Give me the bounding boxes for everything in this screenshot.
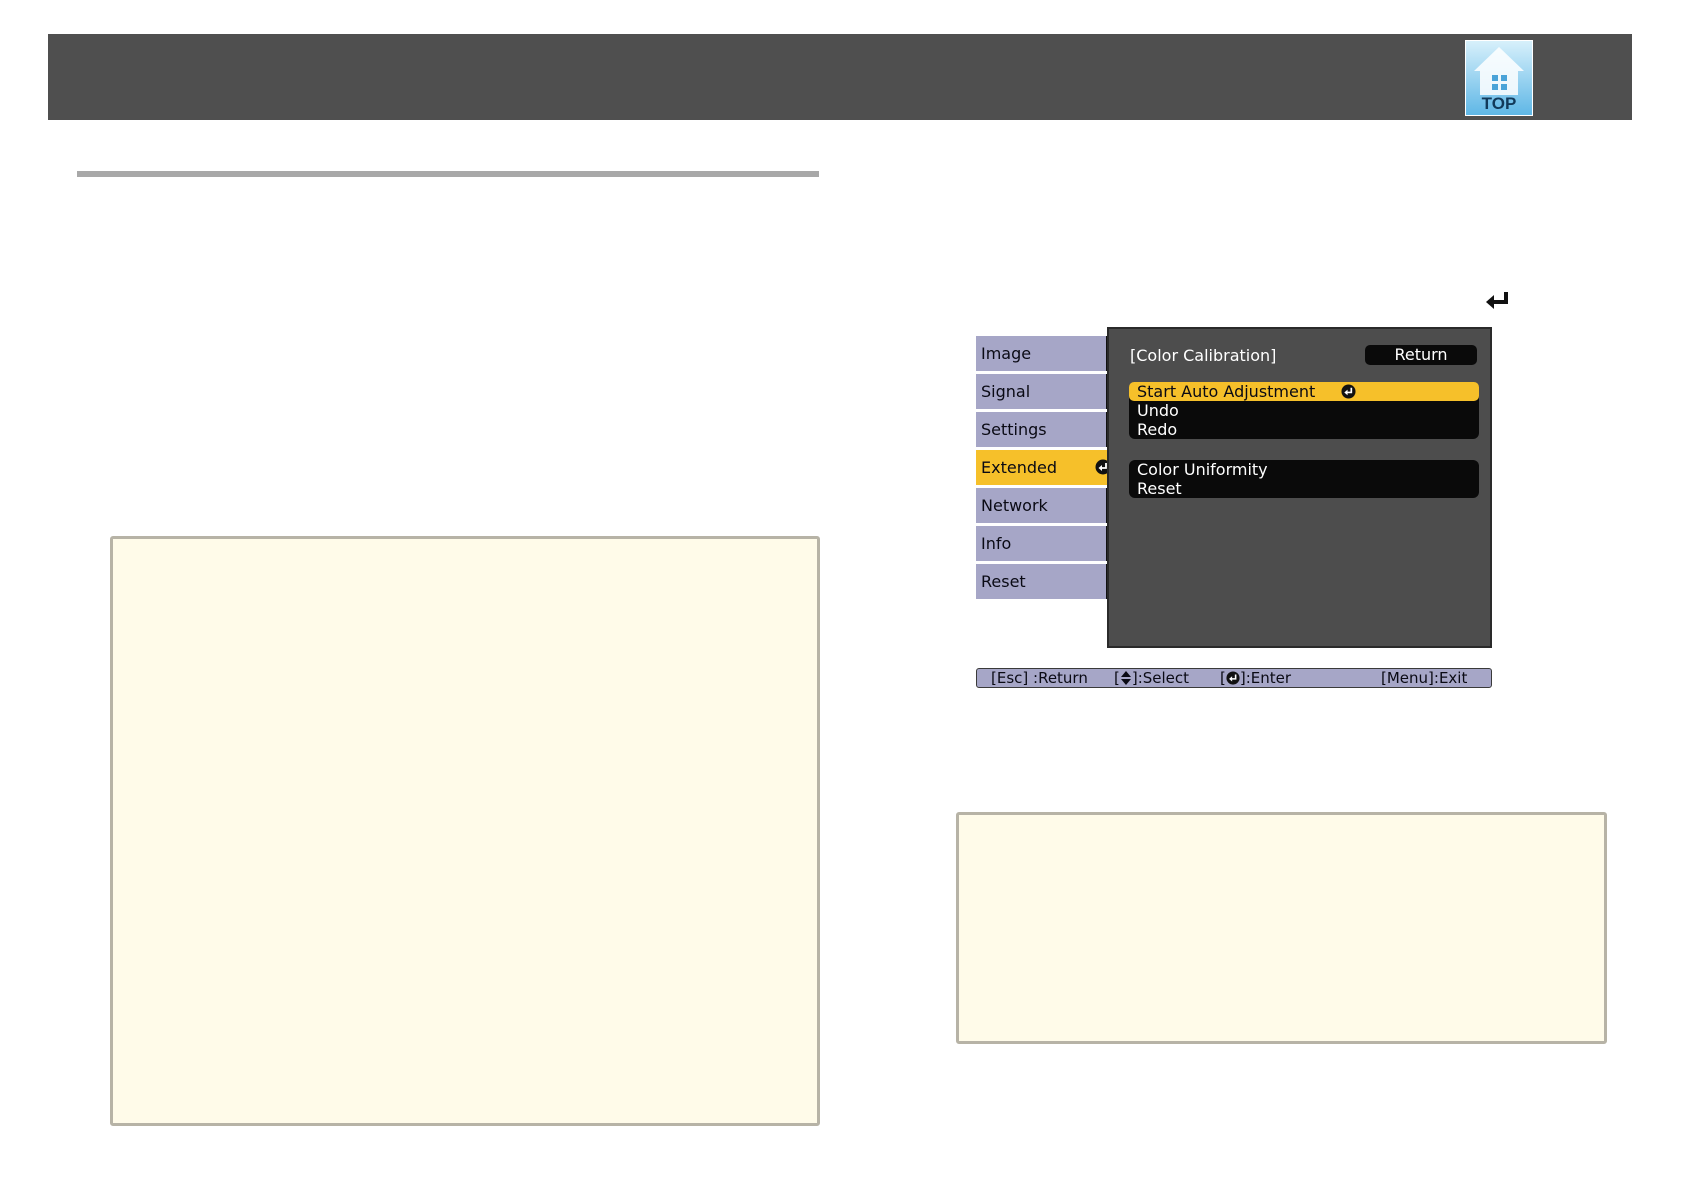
tab-label: Network — [981, 496, 1048, 515]
tab-settings[interactable]: Settings — [976, 412, 1117, 447]
tab-label: Extended — [981, 458, 1057, 477]
tab-signal[interactable]: Signal — [976, 374, 1117, 409]
tab-network[interactable]: Network — [976, 488, 1117, 523]
return-button[interactable]: Return — [1365, 345, 1477, 365]
tab-label: Reset — [981, 572, 1026, 591]
start-auto-adjustment-item[interactable]: Start Auto Adjustment — [1129, 382, 1479, 401]
item-label: Start Auto Adjustment — [1137, 382, 1316, 401]
submenu-panel: [Color Calibration] Return Start Auto Ad… — [1107, 327, 1492, 648]
note-box-right — [956, 812, 1607, 1044]
color-uniformity-item[interactable]: Color Uniformity — [1129, 460, 1479, 479]
help-menu-exit: [Menu]:Exit — [1381, 669, 1468, 687]
tab-info[interactable]: Info — [976, 526, 1117, 561]
tab-extended[interactable]: Extended — [976, 450, 1117, 485]
help-select: []:Select — [1114, 669, 1189, 687]
top-home-button[interactable]: TOP — [1465, 40, 1533, 116]
top-banner — [48, 34, 1632, 120]
select-label: ]:Select — [1131, 669, 1190, 687]
item-label: Undo — [1137, 401, 1179, 420]
help-bar: [Esc] :Return []:Select []:Enter [Menu]:… — [976, 668, 1492, 688]
tab-image[interactable]: Image — [976, 336, 1117, 371]
item-label: Reset — [1137, 479, 1182, 498]
menu-group: Color Uniformity Reset — [1129, 460, 1479, 498]
reset-item[interactable]: Reset — [1129, 479, 1479, 498]
help-esc-return: [Esc] :Return — [991, 669, 1088, 687]
tab-reset[interactable]: Reset — [976, 564, 1117, 599]
menu-group: Start Auto Adjustment Undo Redo — [1129, 382, 1479, 439]
section-divider — [77, 171, 819, 177]
tab-label: Signal — [981, 382, 1031, 401]
tab-label: Settings — [981, 420, 1047, 439]
enter-icon — [1486, 292, 1508, 309]
redo-item[interactable]: Redo — [1129, 420, 1479, 439]
enter-icon — [1226, 671, 1240, 685]
enter-label: ]:Enter — [1239, 669, 1292, 687]
undo-item[interactable]: Undo — [1129, 401, 1479, 420]
panel-title: [Color Calibration] — [1130, 346, 1277, 365]
note-box-left — [110, 536, 820, 1126]
top-label: TOP — [1481, 94, 1517, 113]
tab-label: Image — [981, 344, 1032, 363]
item-label: Color Uniformity — [1137, 460, 1268, 479]
enter-icon — [1341, 384, 1356, 399]
item-label: Redo — [1137, 420, 1178, 439]
help-enter: []:Enter — [1220, 669, 1291, 687]
tab-label: Info — [981, 534, 1012, 553]
up-down-arrow-icon — [1120, 671, 1131, 685]
